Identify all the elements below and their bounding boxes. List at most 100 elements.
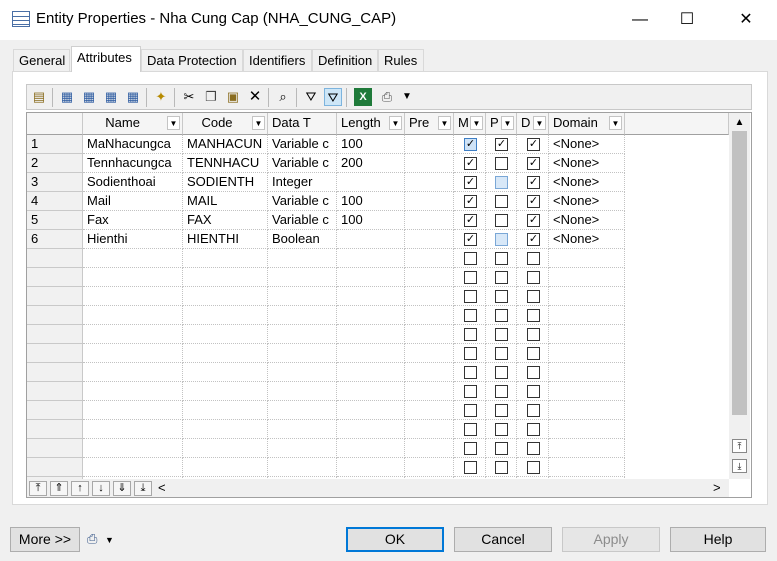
code-cell[interactable]	[183, 268, 268, 287]
primary-checkbox[interactable]	[495, 271, 508, 284]
code-cell[interactable]	[183, 439, 268, 458]
add-attributes-icon[interactable]: ▦	[102, 88, 120, 106]
domain-cell[interactable]	[549, 401, 625, 420]
datatype-cell[interactable]	[268, 249, 337, 268]
length-cell[interactable]: 100	[337, 211, 405, 230]
datatype-cell[interactable]: Variable c	[268, 192, 337, 211]
displayed-checkbox[interactable]: ✓	[527, 233, 540, 246]
displayed-checkbox[interactable]	[527, 309, 540, 322]
mandatory-checkbox-cell[interactable]	[454, 325, 486, 344]
displayed-checkbox-cell[interactable]	[517, 249, 549, 268]
domain-cell[interactable]	[549, 287, 625, 306]
precision-cell[interactable]	[405, 154, 454, 173]
name-cell[interactable]	[83, 458, 183, 477]
mandatory-checkbox-cell[interactable]	[454, 382, 486, 401]
primary-checkbox[interactable]	[495, 404, 508, 417]
displayed-checkbox-cell[interactable]	[517, 268, 549, 287]
maximize-button[interactable]: ☐	[664, 0, 710, 40]
mandatory-checkbox-cell[interactable]: ✓	[454, 211, 486, 230]
move-up-page-icon[interactable]: ⇑	[50, 481, 68, 496]
row-number[interactable]: 5	[27, 211, 83, 230]
row-number[interactable]	[27, 287, 83, 306]
datatype-cell[interactable]	[268, 420, 337, 439]
reuse-attributes-icon[interactable]: ▦	[124, 88, 142, 106]
precision-column-header[interactable]: Pre ▼	[405, 113, 454, 135]
properties-icon[interactable]: ▤	[30, 88, 48, 106]
print-menu-button[interactable]: ⎙ ▼	[87, 531, 123, 549]
filter-enabled-icon[interactable]: ⛛	[324, 88, 342, 106]
primary-column-header[interactable]: P ▼	[486, 113, 517, 135]
primary-checkbox-cell[interactable]	[486, 211, 517, 230]
name-cell[interactable]	[83, 249, 183, 268]
datatype-cell[interactable]	[268, 344, 337, 363]
precision-cell[interactable]	[405, 249, 454, 268]
tab-definition[interactable]: Definition	[312, 49, 378, 71]
mandatory-checkbox[interactable]	[464, 366, 477, 379]
name-cell[interactable]	[83, 306, 183, 325]
tab-general[interactable]: General	[13, 49, 70, 71]
datatype-cell[interactable]: Variable c	[268, 135, 337, 154]
domain-cell[interactable]	[549, 382, 625, 401]
row-number[interactable]	[27, 344, 83, 363]
length-cell[interactable]: 200	[337, 154, 405, 173]
column-filter-dropdown-icon[interactable]: ▼	[470, 116, 483, 130]
primary-checkbox-cell[interactable]	[486, 192, 517, 211]
code-cell[interactable]: HIENTHI	[183, 230, 268, 249]
precision-cell[interactable]	[405, 230, 454, 249]
primary-checkbox[interactable]	[495, 309, 508, 322]
name-cell[interactable]	[83, 363, 183, 382]
tab-attributes[interactable]: Attributes	[71, 46, 141, 72]
length-cell[interactable]	[337, 382, 405, 401]
primary-checkbox[interactable]	[495, 442, 508, 455]
vertical-scrollbar[interactable]: ▲ ⤒ ⤓	[729, 113, 750, 479]
length-cell[interactable]	[337, 420, 405, 439]
primary-checkbox-cell[interactable]	[486, 420, 517, 439]
code-cell[interactable]	[183, 344, 268, 363]
new-domain-icon[interactable]: ✦	[152, 88, 170, 106]
domain-cell[interactable]	[549, 249, 625, 268]
delete-icon[interactable]: ✕	[246, 88, 264, 106]
code-cell[interactable]: FAX	[183, 211, 268, 230]
length-cell[interactable]	[337, 230, 405, 249]
ok-button[interactable]: OK	[346, 527, 444, 552]
length-cell[interactable]: 100	[337, 192, 405, 211]
primary-checkbox-cell[interactable]	[486, 173, 517, 192]
displayed-checkbox-cell[interactable]	[517, 344, 549, 363]
code-cell[interactable]	[183, 458, 268, 477]
code-cell[interactable]	[183, 363, 268, 382]
code-cell[interactable]	[183, 401, 268, 420]
domain-cell[interactable]	[549, 325, 625, 344]
code-cell[interactable]: TENNHACU	[183, 154, 268, 173]
mandatory-checkbox[interactable]: ✓	[464, 214, 477, 227]
mandatory-checkbox-cell[interactable]: ✓	[454, 135, 486, 154]
displayed-checkbox[interactable]: ✓	[527, 214, 540, 227]
datatype-cell[interactable]: Integer	[268, 173, 337, 192]
precision-cell[interactable]	[405, 363, 454, 382]
mandatory-column-header[interactable]: M ▼	[454, 113, 486, 135]
code-cell[interactable]	[183, 249, 268, 268]
precision-cell[interactable]	[405, 325, 454, 344]
mandatory-checkbox-cell[interactable]	[454, 420, 486, 439]
name-cell[interactable]	[83, 268, 183, 287]
primary-checkbox[interactable]	[495, 233, 508, 246]
precision-cell[interactable]	[405, 287, 454, 306]
length-column-header[interactable]: Length ▼	[337, 113, 405, 135]
datatype-cell[interactable]: Variable c	[268, 211, 337, 230]
tab-data-protection[interactable]: Data Protection	[141, 49, 243, 71]
precision-cell[interactable]	[405, 173, 454, 192]
code-cell[interactable]	[183, 306, 268, 325]
precision-cell[interactable]	[405, 135, 454, 154]
row-number[interactable]	[27, 420, 83, 439]
primary-checkbox-cell[interactable]	[486, 325, 517, 344]
displayed-checkbox-cell[interactable]	[517, 382, 549, 401]
code-cell[interactable]: MAIL	[183, 192, 268, 211]
mandatory-checkbox[interactable]	[464, 252, 477, 265]
displayed-checkbox[interactable]	[527, 328, 540, 341]
length-cell[interactable]	[337, 401, 405, 420]
displayed-checkbox[interactable]	[527, 442, 540, 455]
name-cell[interactable]: Hienthi	[83, 230, 183, 249]
column-filter-dropdown-icon[interactable]: ▼	[252, 116, 265, 130]
mandatory-checkbox[interactable]	[464, 290, 477, 303]
mandatory-checkbox[interactable]	[464, 461, 477, 474]
move-down-icon[interactable]: ↓	[92, 481, 110, 496]
